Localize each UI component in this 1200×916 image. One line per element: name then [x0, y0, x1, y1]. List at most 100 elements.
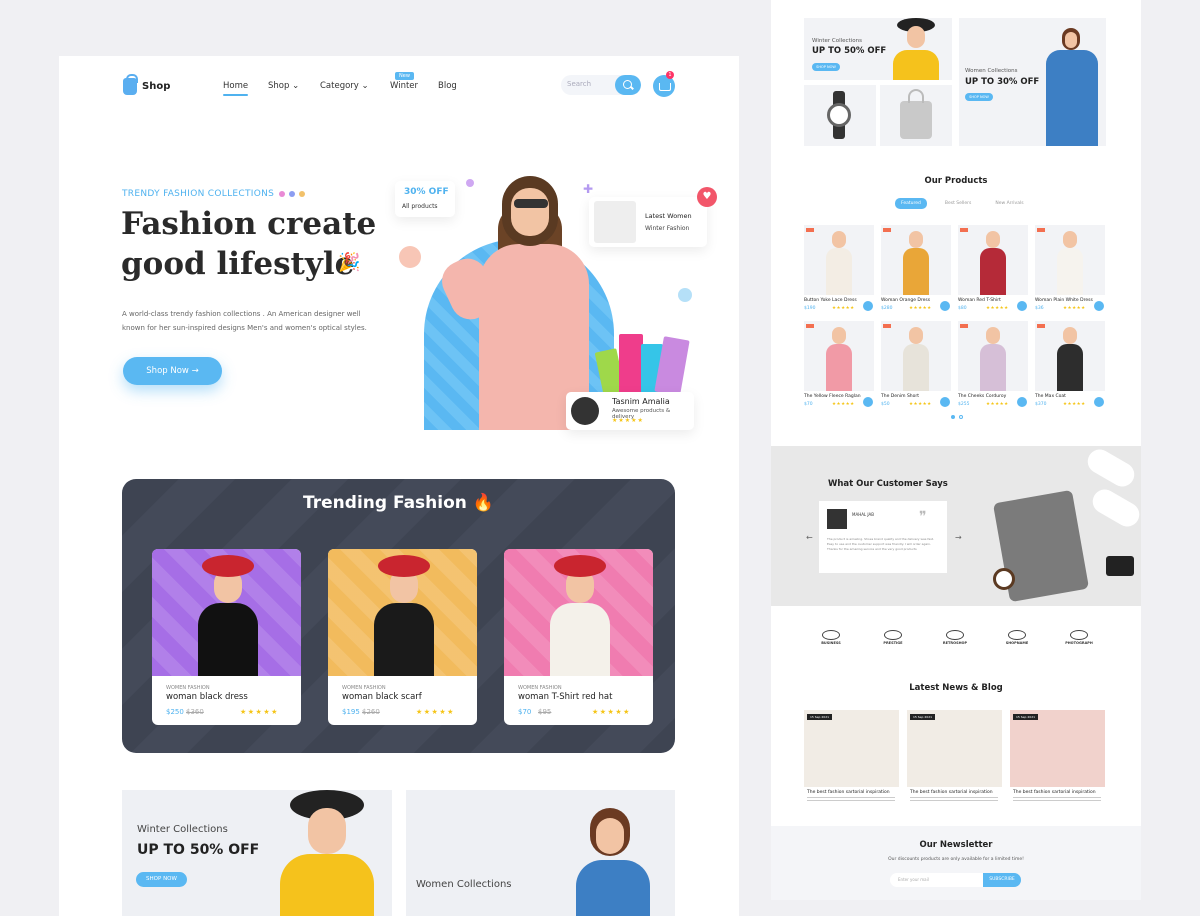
head [1063, 231, 1077, 248]
product-price: $190 [804, 306, 816, 311]
watch-icon [827, 103, 851, 127]
product-card[interactable]: WOMEN FASHION woman T-Shirt red hat $70 … [504, 549, 653, 725]
cart-icon[interactable] [863, 301, 873, 311]
product-card[interactable]: The Denim Short $50 ★★★★★ [881, 321, 951, 411]
watch-product-card[interactable] [804, 85, 876, 146]
nav-shop[interactable]: Shop ⌄ [268, 81, 299, 91]
card-label: Women Collections [965, 68, 1018, 74]
winter-collection-card[interactable]: Winter Collections UP TO 50% OFF SHOP NO… [804, 18, 952, 80]
product-card[interactable]: Woman Red T-Shirt $80 ★★★★★ [958, 225, 1028, 315]
product-card[interactable]: The Cheeks Corduroy $255 ★★★★★ [958, 321, 1028, 411]
brand-logo: PHOTOGRAPH [1061, 630, 1097, 652]
product-image [504, 549, 653, 676]
logo-text: Shop [142, 81, 171, 92]
arrow-right-icon[interactable]: → [955, 533, 962, 542]
women-collection-card[interactable]: Women Collections UP TO 30% OFF SHOP NOW [959, 18, 1106, 146]
news-card[interactable]: 15 Sep 2021 The best fashion sartorial i… [1010, 710, 1105, 805]
news-card[interactable]: 15 Sep 2021 The best fashion sartorial i… [804, 710, 899, 805]
women-promo-banner[interactable]: Women Collections [406, 790, 675, 916]
cart-icon[interactable] [940, 301, 950, 311]
news-excerpt [910, 797, 998, 803]
cart-icon[interactable] [1017, 301, 1027, 311]
brand-name: RETROSHOP [942, 641, 968, 645]
latest-women-card[interactable]: Latest Women Winter Fashion [589, 197, 707, 247]
product-rating: ★★★★★ [986, 306, 1009, 311]
model-image [1044, 28, 1100, 146]
tab-best-sellers[interactable]: Best Sellers [939, 198, 977, 209]
shop-now-button[interactable]: SHOP NOW [136, 872, 187, 887]
newsletter-section: Our Newsletter Our discounts products ar… [771, 826, 1141, 900]
brand-name: PHOTOGRAPH [1065, 641, 1093, 645]
news-title: The best fashion sartorial inspiration [1013, 790, 1096, 795]
sale-tag [1037, 324, 1045, 328]
badge-icon [822, 630, 840, 640]
sale-tag [806, 228, 814, 232]
winter-promo-banner[interactable]: Winter Collections UP TO 50% OFF SHOP NO… [122, 790, 392, 916]
face [511, 188, 549, 236]
product-rating: ★★★★★ [832, 306, 855, 311]
shop-now-button[interactable]: Shop Now → [123, 357, 222, 385]
nav-winter[interactable]: Winter [390, 81, 418, 91]
testimonial-title: What Our Customer Says [828, 479, 948, 489]
chevron-down-icon: ⌄ [361, 81, 369, 91]
search-icon[interactable] [615, 75, 641, 95]
news-image [907, 710, 1002, 787]
news-card[interactable]: 15 Sep 2021 The best fashion sartorial i… [907, 710, 1002, 805]
shop-now-button[interactable]: SHOP NOW [965, 93, 993, 101]
product-category: WOMEN FASHION [166, 685, 210, 691]
head [909, 327, 923, 344]
product-card[interactable]: The Yellow Fleece Raglan $70 ★★★★★ [804, 321, 874, 411]
tab-new-arrivals[interactable]: New Arrivals [989, 198, 1029, 209]
pagination-dots [951, 415, 963, 419]
search-input[interactable]: Search [561, 75, 641, 95]
brand-name: BUSINESS [821, 641, 841, 645]
search-placeholder: Search [567, 80, 592, 88]
cart-count-badge: 1 [666, 71, 674, 79]
heart-icon[interactable]: ♥ [697, 187, 717, 207]
product-card[interactable]: Button Yoke Lace Dress $190 ★★★★★ [804, 225, 874, 315]
bag-product-card[interactable] [880, 85, 952, 146]
latest-women-title: Latest Women [645, 212, 692, 220]
top-nav: Shop Home Shop ⌄ Category ⌄ New Winter B… [59, 56, 739, 116]
news-title: Latest News & Blog [909, 683, 1003, 693]
product-rating: ★★★★★ [240, 708, 279, 716]
latest-women-thumbnail [594, 201, 636, 243]
page-dot[interactable] [959, 415, 963, 419]
product-card[interactable]: WOMEN FASHION woman black scarf $195 $26… [328, 549, 477, 725]
page-dot[interactable] [951, 415, 955, 419]
product-image [1035, 225, 1105, 295]
nav-category[interactable]: Category ⌄ [320, 81, 369, 91]
cart-icon[interactable] [1094, 301, 1104, 311]
cart-icon[interactable] [863, 397, 873, 407]
arrow-left-icon[interactable]: ← [806, 533, 813, 542]
cart-icon[interactable] [1017, 397, 1027, 407]
model-figure [1057, 231, 1083, 295]
product-card[interactable]: The Max Coat $370 ★★★★★ [1035, 321, 1105, 411]
subscribe-button[interactable]: SUBSCRIBE [983, 873, 1021, 887]
nav-home[interactable]: Home [223, 81, 249, 96]
head [986, 231, 1000, 248]
product-card[interactable]: Woman Plain White Dress $36 ★★★★★ [1035, 225, 1105, 315]
product-rating: ★★★★★ [909, 306, 932, 311]
tab-featured[interactable]: Featured [895, 198, 927, 209]
product-rating: ★★★★★ [909, 402, 932, 407]
news-date: 15 Sep 2021 [807, 714, 833, 720]
newsletter-email-input[interactable]: Enter your mail [890, 873, 985, 887]
camera-image [1106, 556, 1134, 576]
product-name: Woman Orange Dress [881, 298, 931, 303]
head [1063, 327, 1077, 344]
badge-icon [946, 630, 964, 640]
nav-shop-label: Shop [268, 81, 290, 91]
product-card[interactable]: WOMEN FASHION woman black dress $250 $36… [152, 549, 301, 725]
product-price: $255 [958, 402, 970, 407]
product-price: $370 [1035, 402, 1047, 407]
decorative-bubble [678, 288, 692, 302]
shop-now-button[interactable]: SHOP NOW [812, 63, 840, 71]
cart-icon[interactable] [1094, 397, 1104, 407]
cart-icon[interactable] [940, 397, 950, 407]
product-price: $195 [342, 708, 360, 716]
nav-blog[interactable]: Blog [438, 81, 457, 91]
testimonial-card: MAHAL JAB ❞ The product is amazing. Shoe… [819, 501, 947, 573]
logo[interactable]: Shop [123, 74, 171, 95]
product-card[interactable]: Woman Orange Dress $280 ★★★★★ [881, 225, 951, 315]
